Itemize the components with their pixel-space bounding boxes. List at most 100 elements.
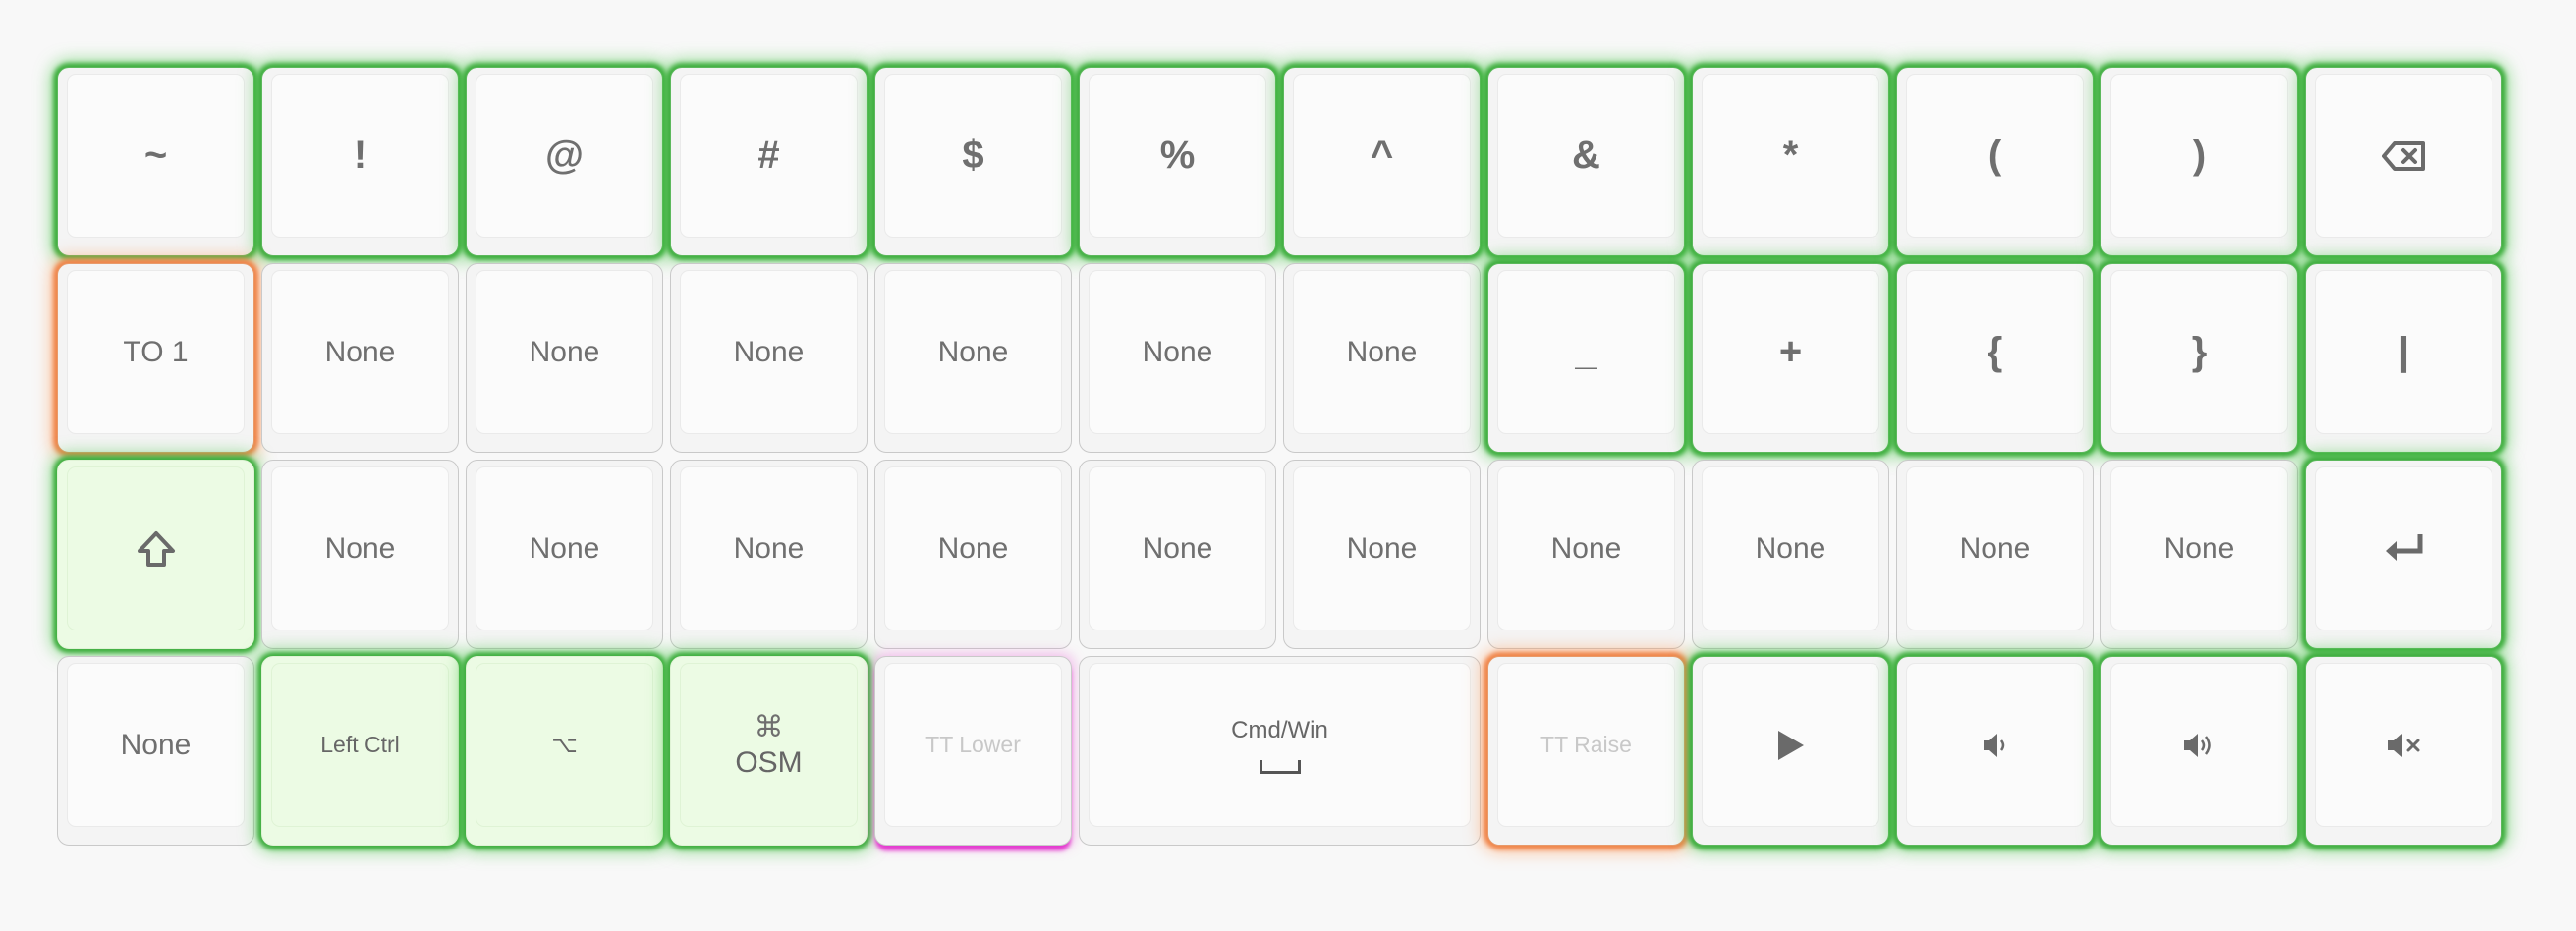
key-r0c5[interactable]: %	[1079, 67, 1276, 256]
key-label: #	[757, 134, 780, 177]
key-label: (	[1988, 134, 2002, 177]
keycap: None	[680, 466, 858, 630]
key-label: )	[2192, 134, 2207, 177]
key-r0c11[interactable]	[2305, 67, 2502, 256]
key-label: TT Lower	[925, 732, 1021, 757]
space-icon	[1259, 759, 1301, 774]
keycap: |	[2315, 270, 2492, 434]
keycap: $	[884, 74, 1062, 238]
key-r3c10[interactable]	[2100, 656, 2298, 846]
key-r2c2[interactable]: None	[466, 460, 663, 649]
keycap: None	[1702, 466, 1879, 630]
key-r3c5[interactable]: Cmd/Win	[1079, 656, 1481, 846]
key-r3c11[interactable]	[2305, 656, 2502, 846]
key-r1c1[interactable]: None	[261, 263, 459, 453]
key-r1c8[interactable]: +	[1692, 263, 1889, 453]
key-r0c4[interactable]: $	[874, 67, 1072, 256]
key-r2c6[interactable]: None	[1283, 460, 1481, 649]
key-label: None	[1550, 531, 1622, 565]
key-label: {	[1987, 330, 2003, 373]
key-r1c11[interactable]: |	[2305, 263, 2502, 453]
keycap	[1702, 663, 1879, 827]
key-r2c0[interactable]	[57, 460, 254, 649]
keycap: !	[271, 74, 449, 238]
keycap: _	[1497, 270, 1675, 434]
key-label: None	[937, 531, 1009, 565]
keycap: None	[1089, 466, 1266, 630]
key-r1c0[interactable]: TO 1	[57, 263, 254, 453]
key-r0c7[interactable]: &	[1487, 67, 1685, 256]
key-r3c2[interactable]: ⌥	[466, 656, 663, 846]
key-r0c6[interactable]: ^	[1283, 67, 1481, 256]
key-label: None	[1755, 531, 1826, 565]
volume-up-icon	[2182, 731, 2217, 760]
mute-icon	[2386, 731, 2422, 760]
key-r0c9[interactable]: (	[1896, 67, 2094, 256]
enter-icon	[2382, 531, 2426, 567]
key-r2c7[interactable]: None	[1487, 460, 1685, 649]
keycap: None	[67, 663, 245, 827]
play-icon	[1776, 729, 1806, 762]
key-r1c3[interactable]: None	[670, 263, 868, 453]
key-r3c7[interactable]: TT Raise	[1487, 656, 1685, 846]
keycap: None	[884, 466, 1062, 630]
key-r1c2[interactable]: None	[466, 263, 663, 453]
key-label: None	[1142, 335, 1213, 368]
key-label: None	[1346, 335, 1418, 368]
keycap: (	[1906, 74, 2084, 238]
keycap: None	[2110, 466, 2288, 630]
key-r2c3[interactable]: None	[670, 460, 868, 649]
keycap: }	[2110, 270, 2288, 434]
key-r1c7[interactable]: _	[1487, 263, 1685, 453]
key-r0c1[interactable]: !	[261, 67, 459, 256]
key-r2c11[interactable]	[2305, 460, 2502, 649]
keycap: None	[1089, 270, 1266, 434]
key-r2c10[interactable]: None	[2100, 460, 2298, 649]
key-r3c9[interactable]	[1896, 656, 2094, 846]
key-r0c2[interactable]: @	[466, 67, 663, 256]
key-r1c6[interactable]: None	[1283, 263, 1481, 453]
keycap: +	[1702, 270, 1879, 434]
key-r3c4[interactable]: TT Lower	[874, 656, 1072, 846]
key-r1c10[interactable]: }	[2100, 263, 2298, 453]
keycap	[2315, 663, 2492, 827]
key-r0c8[interactable]: *	[1692, 67, 1889, 256]
key-r3c0[interactable]: None	[57, 656, 254, 846]
keycap: None	[1906, 466, 2084, 630]
key-label: TT Raise	[1540, 732, 1632, 757]
key-r0c10[interactable]: )	[2100, 67, 2298, 256]
key-label: Cmd/Win	[1231, 716, 1328, 743]
key-label: &	[1572, 134, 1600, 177]
key-r1c5[interactable]: None	[1079, 263, 1276, 453]
key-label: %	[1159, 134, 1196, 177]
key-label: ^	[1370, 134, 1394, 177]
keycap: )	[2110, 74, 2288, 238]
keycap: *	[1702, 74, 1879, 238]
keycap: None	[1293, 270, 1471, 434]
key-r0c3[interactable]: #	[670, 67, 868, 256]
key-r1c4[interactable]: None	[874, 263, 1072, 453]
key-label: None	[529, 335, 600, 368]
key-label: None	[1959, 531, 2031, 565]
key-r2c5[interactable]: None	[1079, 460, 1276, 649]
key-r2c9[interactable]: None	[1896, 460, 2094, 649]
keycap: #	[680, 74, 858, 238]
keycap: None	[271, 270, 449, 434]
keycap: TO 1	[67, 270, 245, 434]
key-r2c1[interactable]: None	[261, 460, 459, 649]
key-r2c8[interactable]: None	[1692, 460, 1889, 649]
key-label: None	[1346, 531, 1418, 565]
key-label: ⌥	[551, 732, 578, 757]
keycap: ⌥	[476, 663, 653, 827]
key-r0c0[interactable]: ~	[57, 67, 254, 256]
keycap: None	[476, 466, 653, 630]
key-label: None	[1142, 531, 1213, 565]
key-r1c9[interactable]: {	[1896, 263, 2094, 453]
keycap: Left Ctrl	[271, 663, 449, 827]
key-r3c1[interactable]: Left Ctrl	[261, 656, 459, 846]
key-label: +	[1778, 330, 1803, 373]
key-r3c8[interactable]	[1692, 656, 1889, 846]
key-label: None	[733, 531, 805, 565]
key-r2c4[interactable]: None	[874, 460, 1072, 649]
key-r3c3[interactable]: ⌘ OSM	[670, 656, 868, 846]
